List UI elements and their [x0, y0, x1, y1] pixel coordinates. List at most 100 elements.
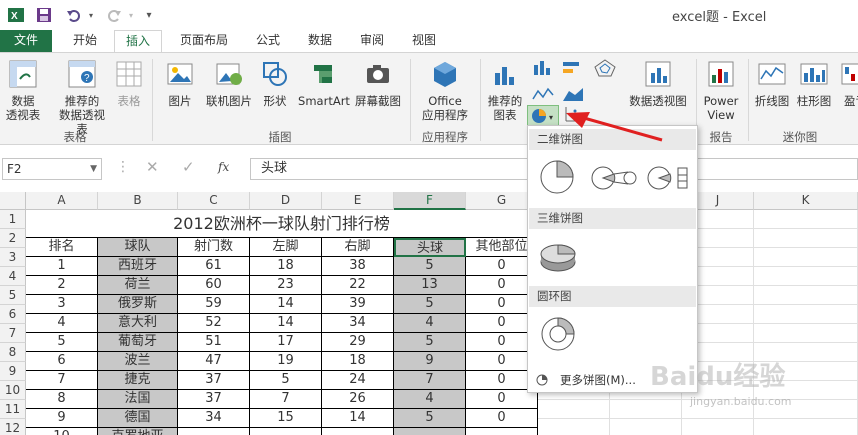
row-header[interactable]: 3 — [0, 248, 26, 267]
column-chart-button[interactable] — [530, 59, 556, 80]
table-cell[interactable]: 德国 — [98, 409, 178, 428]
table-cell[interactable] — [250, 428, 322, 435]
header-cell[interactable]: 左脚 — [250, 238, 322, 257]
column-header[interactable]: F — [394, 192, 466, 210]
table-cell[interactable]: 0 — [466, 409, 538, 428]
cancel-icon[interactable]: ✕ — [146, 158, 159, 176]
tab-insert[interactable]: 插入 — [114, 30, 162, 53]
header-cell[interactable]: 射门数 — [178, 238, 250, 257]
table-cell[interactable]: 61 — [178, 257, 250, 276]
header-cell[interactable]: 球队 — [98, 238, 178, 257]
pivot-chart-button[interactable]: 数据透视图 — [626, 59, 690, 108]
table-cell[interactable]: 18 — [250, 257, 322, 276]
tab-page-layout[interactable]: 页面布局 — [168, 30, 240, 52]
radar-chart-button[interactable] — [592, 59, 618, 80]
waterfall-chart-button[interactable] — [560, 85, 586, 106]
table-cell[interactable]: 5 — [26, 333, 98, 352]
table-cell[interactable]: 俄罗斯 — [98, 295, 178, 314]
table-cell[interactable]: 39 — [322, 295, 394, 314]
table-cell[interactable] — [178, 428, 250, 435]
redo-dropdown-icon[interactable]: ▾ — [126, 4, 136, 26]
power-view-button[interactable]: Power View — [700, 59, 742, 122]
table-cell[interactable]: 7 — [26, 371, 98, 390]
tab-data[interactable]: 数据 — [298, 30, 342, 52]
table-cell[interactable]: 西班牙 — [98, 257, 178, 276]
table-cell[interactable]: 荷兰 — [98, 276, 178, 295]
row-header[interactable]: 7 — [0, 324, 26, 343]
table-cell[interactable]: 59 — [178, 295, 250, 314]
tab-view[interactable]: 视图 — [402, 30, 446, 52]
online-picture-button[interactable]: 联机图片 — [202, 59, 256, 108]
sheet-title-cell[interactable]: 2012欧洲杯一球队射门排行榜 — [26, 210, 538, 238]
row-header[interactable]: 5 — [0, 286, 26, 305]
table-cell[interactable]: 18 — [322, 352, 394, 371]
header-cell[interactable]: 右脚 — [322, 238, 394, 257]
recommended-charts-button[interactable]: 推荐的 图表 — [484, 59, 526, 122]
enter-icon[interactable]: ✓ — [182, 158, 195, 176]
donut-option[interactable] — [538, 314, 578, 357]
tab-home[interactable]: 开始 — [60, 30, 110, 52]
table-cell[interactable]: 5 — [394, 409, 466, 428]
table-cell[interactable]: 60 — [178, 276, 250, 295]
sparkline-winloss-button[interactable]: 盈亏 — [836, 59, 858, 108]
column-header[interactable]: C — [178, 192, 250, 210]
table-cell[interactable]: 15 — [250, 409, 322, 428]
shapes-button[interactable]: 形状 — [258, 59, 292, 108]
table-cell[interactable] — [466, 428, 538, 435]
table-cell[interactable]: 5 — [250, 371, 322, 390]
save-icon[interactable] — [34, 4, 54, 26]
table-cell[interactable]: 10 — [26, 428, 98, 435]
sparkline-line-button[interactable]: 折线图 — [752, 59, 792, 108]
table-cell[interactable]: 52 — [178, 314, 250, 333]
hierarchy-chart-button[interactable] — [560, 59, 586, 80]
row-header[interactable]: 4 — [0, 267, 26, 286]
recommended-pivot-button[interactable]: ? 推荐的 数据透视表 — [54, 59, 110, 136]
table-cell[interactable]: 6 — [26, 352, 98, 371]
column-header[interactable]: E — [322, 192, 394, 210]
table-cell[interactable]: 法国 — [98, 390, 178, 409]
customize-toolbar-icon[interactable]: ▾ — [144, 4, 154, 26]
table-cell[interactable] — [322, 428, 394, 435]
screenshot-button[interactable]: 屏幕截图 — [352, 59, 404, 108]
table-cell[interactable]: 29 — [322, 333, 394, 352]
undo-dropdown-icon[interactable]: ▾ — [86, 4, 96, 26]
pie-of-pie-option[interactable] — [590, 164, 638, 195]
table-cell[interactable]: 51 — [178, 333, 250, 352]
row-header[interactable]: 2 — [0, 229, 26, 248]
tab-review[interactable]: 审阅 — [350, 30, 394, 52]
header-cell[interactable]: 头球 — [394, 238, 466, 257]
table-cell[interactable]: 5 — [394, 333, 466, 352]
table-cell[interactable]: 8 — [26, 390, 98, 409]
table-cell[interactable]: 意大利 — [98, 314, 178, 333]
table-cell[interactable]: 9 — [394, 352, 466, 371]
table-cell[interactable]: 克罗地亚 — [98, 428, 178, 435]
table-cell[interactable]: 34 — [178, 409, 250, 428]
row-header[interactable]: 11 — [0, 400, 26, 419]
table-cell[interactable]: 5 — [394, 295, 466, 314]
column-header[interactable]: B — [98, 192, 178, 210]
column-header[interactable]: K — [754, 192, 858, 210]
bar-of-pie-option[interactable] — [646, 164, 694, 195]
table-cell[interactable]: 38 — [322, 257, 394, 276]
office-apps-button[interactable]: Office 应用程序 — [414, 59, 476, 122]
table-cell[interactable]: 4 — [394, 314, 466, 333]
table-cell[interactable]: 14 — [250, 314, 322, 333]
table-cell[interactable]: 37 — [178, 371, 250, 390]
table-cell[interactable]: 24 — [322, 371, 394, 390]
row-header[interactable]: 12 — [0, 419, 26, 435]
table-cell[interactable]: 7 — [250, 390, 322, 409]
function-icon[interactable]: fx — [218, 160, 229, 174]
table-cell[interactable]: 14 — [322, 409, 394, 428]
smartart-button[interactable]: SmartArt — [296, 59, 352, 108]
table-cell[interactable]: 23 — [250, 276, 322, 295]
redo-icon[interactable] — [104, 4, 124, 26]
header-cell[interactable]: 排名 — [26, 238, 98, 257]
row-header[interactable]: 6 — [0, 305, 26, 324]
table-cell[interactable]: 3 — [26, 295, 98, 314]
table-cell[interactable]: 9 — [26, 409, 98, 428]
table-cell[interactable]: 37 — [178, 390, 250, 409]
table-cell[interactable]: 2 — [26, 276, 98, 295]
table-cell[interactable]: 22 — [322, 276, 394, 295]
table-cell[interactable] — [394, 428, 466, 435]
table-cell[interactable]: 47 — [178, 352, 250, 371]
